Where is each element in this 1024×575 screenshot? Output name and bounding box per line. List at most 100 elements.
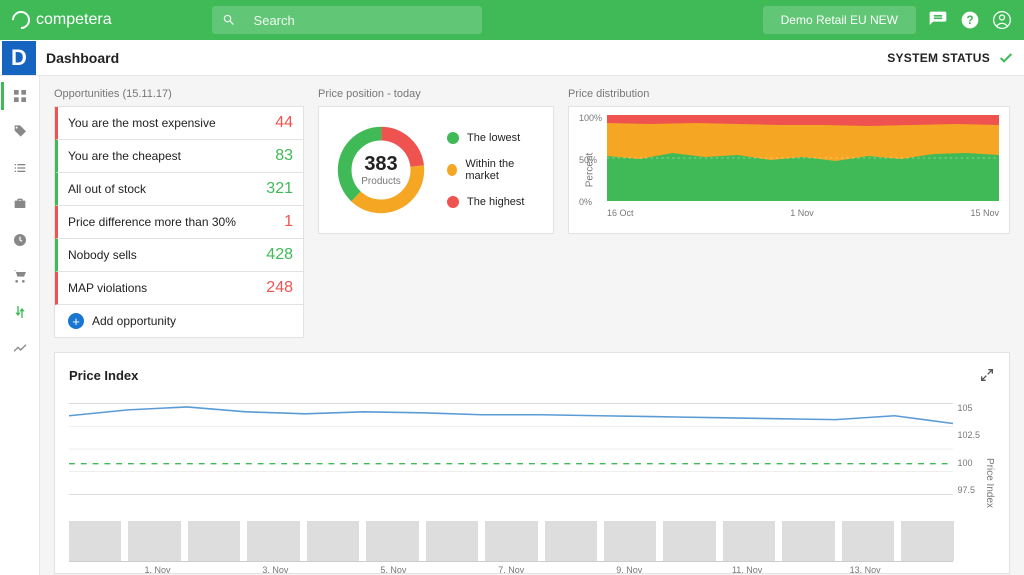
nav-transfer[interactable] <box>12 304 28 325</box>
donut-total: 383 <box>364 153 397 176</box>
pi-ylabel: Price Index <box>984 458 995 508</box>
opportunity-row[interactable]: Nobody sells428 <box>55 239 303 272</box>
opportunity-value: 44 <box>275 114 293 132</box>
opportunities-list: You are the most expensive44 You are the… <box>54 106 304 338</box>
add-opportunity-label: Add opportunity <box>92 314 176 328</box>
logo-icon <box>8 7 33 32</box>
nav-cart[interactable] <box>12 268 28 289</box>
dist-xtick: 16 Oct <box>607 208 634 218</box>
nav-list[interactable] <box>12 160 28 181</box>
legend-item: The highest <box>447 196 539 208</box>
feedback-icon[interactable] <box>928 10 948 30</box>
bar-chart <box>69 514 953 562</box>
legend-item: Within the market <box>447 158 539 182</box>
search-icon <box>222 12 236 28</box>
nav-tags[interactable] <box>12 124 28 145</box>
price-distribution-panel: Price distribution Percent 100% 50% 0% 1… <box>568 88 1010 234</box>
page-title: Dashboard <box>46 50 119 66</box>
opportunity-row[interactable]: All out of stock321 <box>55 173 303 206</box>
line-chart <box>69 403 953 495</box>
pi-xtick <box>69 565 128 575</box>
bar <box>901 521 953 561</box>
legend-item: The lowest <box>447 132 539 144</box>
opportunity-row[interactable]: MAP violations248 <box>55 272 303 305</box>
tag-icon <box>12 124 28 140</box>
plus-icon: + <box>68 313 84 329</box>
pi-xaxis: 1. Nov 3. Nov 5. Nov 7. Nov 9. Nov 11. N… <box>69 565 953 575</box>
bar <box>247 521 299 561</box>
bar <box>307 521 359 561</box>
sub-bar: D Dashboard SYSTEM STATUS <box>0 40 1024 76</box>
price-distribution-card[interactable]: Percent 100% 50% 0% 16 Oct 1 Nov 15 Nov <box>568 106 1010 234</box>
bar <box>188 521 240 561</box>
opportunity-label: Price difference more than 30% <box>68 215 236 229</box>
tenant-badge[interactable]: Demo Retail EU NEW <box>763 6 916 34</box>
nav-dashboard[interactable] <box>12 88 28 109</box>
pi-xtick <box>659 565 718 575</box>
topbar-right: Demo Retail EU NEW ? <box>763 6 1012 34</box>
svg-text:?: ? <box>966 14 973 27</box>
side-nav <box>0 76 40 575</box>
donut-chart[interactable]: 383 Products <box>333 122 429 218</box>
check-icon <box>998 50 1014 66</box>
nav-briefcase[interactable] <box>12 196 28 217</box>
system-status-label[interactable]: SYSTEM STATUS <box>887 51 990 65</box>
opportunities-header: Opportunities (15.11.17) <box>54 88 304 100</box>
pi-xtick: 9. Nov <box>600 565 659 575</box>
pi-xtick <box>423 565 482 575</box>
legend-label: The lowest <box>467 132 520 144</box>
help-icon[interactable]: ? <box>960 10 980 30</box>
price-distribution-header: Price distribution <box>568 88 1010 100</box>
opportunity-label: All out of stock <box>68 182 146 196</box>
price-index-header: Price Index <box>69 367 995 383</box>
dist-ytick: 0% <box>579 197 592 207</box>
bar <box>663 521 715 561</box>
opportunity-row[interactable]: You are the cheapest83 <box>55 140 303 173</box>
pi-ytick: 105 <box>957 403 980 413</box>
add-opportunity-button[interactable]: + Add opportunity <box>55 305 303 337</box>
dist-xtick: 1 Nov <box>790 208 814 218</box>
pi-yticks: 105 102.5 100 97.5 <box>957 403 980 495</box>
pi-xtick <box>187 565 246 575</box>
profile-icon[interactable] <box>992 10 1012 30</box>
opportunity-value: 428 <box>266 246 293 264</box>
pi-xtick <box>777 565 836 575</box>
bar <box>69 521 121 561</box>
pi-xtick: 1. Nov <box>128 565 187 575</box>
pi-xtick: 5. Nov <box>364 565 423 575</box>
search-box[interactable] <box>212 6 482 34</box>
opportunity-value: 1 <box>284 213 293 231</box>
nav-trends[interactable] <box>12 340 28 361</box>
nav-history[interactable] <box>12 232 28 253</box>
donut-center: 383 Products <box>333 122 429 218</box>
avatar[interactable]: D <box>2 41 36 75</box>
price-position-header: Price position - today <box>318 88 554 100</box>
expand-icon[interactable] <box>979 367 995 383</box>
search-input[interactable] <box>254 13 472 28</box>
dot-icon <box>447 164 457 176</box>
bar <box>426 521 478 561</box>
pi-xtick: 7. Nov <box>482 565 541 575</box>
bar <box>842 521 894 561</box>
price-index-body[interactable]: 1. Nov 3. Nov 5. Nov 7. Nov 9. Nov 11. N… <box>69 403 995 563</box>
opportunity-row[interactable]: You are the most expensive44 <box>55 107 303 140</box>
donut-total-label: Products <box>361 176 400 187</box>
bar <box>604 521 656 561</box>
opportunity-label: You are the cheapest <box>68 149 181 163</box>
opportunities-panel: Opportunities (15.11.17) You are the mos… <box>54 88 304 338</box>
price-index-title: Price Index <box>69 368 138 383</box>
donut-legend: The lowest Within the market The highest <box>447 132 539 208</box>
opportunity-row[interactable]: Price difference more than 30% 1 <box>55 206 303 239</box>
bar <box>545 521 597 561</box>
pi-ytick: 97.5 <box>957 485 980 495</box>
dist-xaxis: 16 Oct 1 Nov 15 Nov <box>607 208 999 218</box>
list-icon <box>12 160 28 176</box>
bar <box>485 521 537 561</box>
opportunity-label: MAP violations <box>68 281 147 295</box>
pi-xtick: 3. Nov <box>246 565 305 575</box>
cart-icon <box>12 268 28 284</box>
brand-logo[interactable]: competera <box>12 11 112 29</box>
bar <box>723 521 775 561</box>
dist-xtick: 15 Nov <box>970 208 999 218</box>
pi-ytick: 102.5 <box>957 430 980 440</box>
